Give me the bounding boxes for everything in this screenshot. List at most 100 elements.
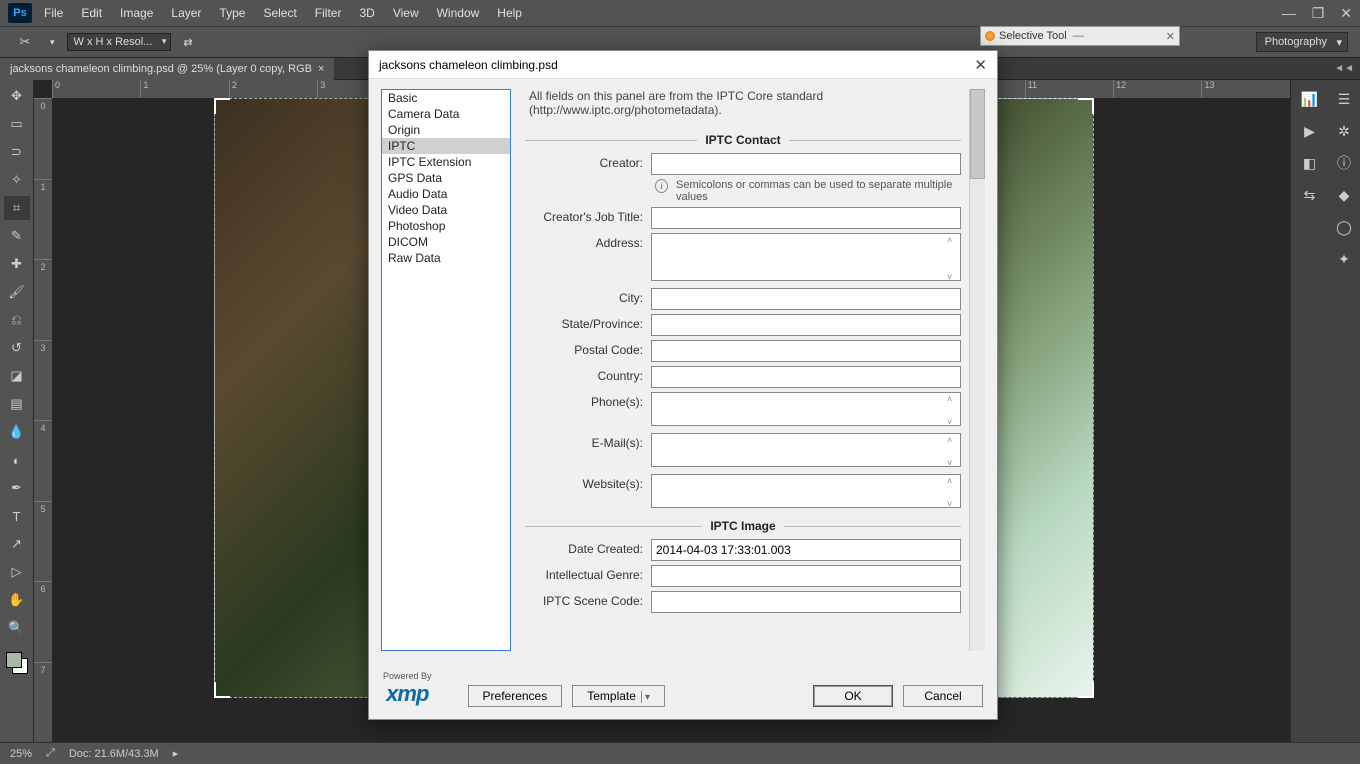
direct-select-tool-icon[interactable]: ▷	[4, 560, 30, 584]
menu-image[interactable]: Image	[120, 6, 153, 20]
stamp-tool-icon[interactable]: ⎌	[4, 308, 30, 332]
category-iptc-extension[interactable]: IPTC Extension	[382, 154, 510, 170]
category-dicom[interactable]: DICOM	[382, 234, 510, 250]
menu-layer[interactable]: Layer	[171, 6, 201, 20]
palette-minimize-icon[interactable]: —	[1073, 30, 1084, 42]
status-menu-icon[interactable]: ▸	[173, 747, 179, 760]
window-minimize-icon[interactable]: —	[1282, 5, 1296, 22]
chevron-down-icon[interactable]: ˅	[947, 458, 959, 468]
crop-handle-bl[interactable]	[214, 682, 230, 698]
magic-wand-tool-icon[interactable]: ✧	[4, 168, 30, 192]
website-input[interactable]	[651, 474, 961, 508]
crop-ratio-dropdown[interactable]: W x H x Resol...	[67, 33, 172, 51]
channels-panel-icon[interactable]: ◯	[1333, 216, 1355, 238]
crop-handle-br[interactable]	[1078, 682, 1094, 698]
gradient-tool-icon[interactable]: ▤	[4, 392, 30, 416]
dialog-close-icon[interactable]: ✕	[974, 56, 987, 74]
document-tab-close-icon[interactable]: ×	[318, 63, 324, 75]
menu-view[interactable]: View	[393, 6, 419, 20]
move-tool-icon[interactable]: ✥	[4, 84, 30, 108]
pen-tool-icon[interactable]: ✒	[4, 476, 30, 500]
document-tab[interactable]: jacksons chameleon climbing.psd @ 25% (L…	[0, 58, 334, 80]
adjustments-panel-icon[interactable]: ◧	[1299, 152, 1321, 174]
category-audio-data[interactable]: Audio Data	[382, 186, 510, 202]
chevron-up-icon[interactable]: ˄	[947, 435, 959, 445]
category-video-data[interactable]: Video Data	[382, 202, 510, 218]
chevron-up-icon[interactable]: ˄	[947, 235, 959, 245]
expand-icon[interactable]: ⤢	[46, 747, 55, 760]
category-list[interactable]: Basic Camera Data Origin IPTC IPTC Exten…	[381, 89, 511, 651]
chevron-up-icon[interactable]: ˄	[947, 476, 959, 486]
swap-dimensions-icon[interactable]: ⇄	[183, 36, 192, 49]
info-panel-icon[interactable]: ⓘ	[1333, 152, 1355, 174]
dodge-tool-icon[interactable]: ◐	[4, 448, 30, 472]
chevron-up-icon[interactable]: ˄	[947, 394, 959, 404]
chevron-down-icon[interactable]: ˅	[947, 272, 959, 282]
blur-tool-icon[interactable]: 💧	[4, 420, 30, 444]
menu-3d[interactable]: 3D	[359, 6, 374, 20]
menu-help[interactable]: Help	[497, 6, 522, 20]
datecreated-input[interactable]	[651, 539, 961, 561]
window-close-icon[interactable]: ✕	[1340, 5, 1352, 22]
chevron-down-icon[interactable]: ▾	[50, 37, 55, 48]
menu-select[interactable]: Select	[263, 6, 296, 20]
crop-handle-tl[interactable]	[214, 98, 230, 114]
category-origin[interactable]: Origin	[382, 122, 510, 138]
zoom-level[interactable]: 25%	[10, 748, 32, 760]
brush-tool-icon[interactable]: 🖌	[4, 280, 30, 304]
category-photoshop[interactable]: Photoshop	[382, 218, 510, 234]
histogram-panel-icon[interactable]: 📊	[1299, 88, 1321, 110]
eraser-tool-icon[interactable]: ◪	[4, 364, 30, 388]
eyedropper-tool-icon[interactable]: ✎	[4, 224, 30, 248]
play-panel-icon[interactable]: ▶	[1299, 120, 1321, 142]
hand-tool-icon[interactable]: ✋	[4, 588, 30, 612]
category-raw-data[interactable]: Raw Data	[382, 250, 510, 266]
menu-filter[interactable]: Filter	[315, 6, 342, 20]
swap-panel-icon[interactable]: ⇆	[1299, 184, 1321, 206]
crop-tool-icon[interactable]: ⌗	[4, 196, 30, 220]
paths-panel-icon[interactable]: ✦	[1333, 248, 1355, 270]
foreground-color-swatch[interactable]	[6, 652, 22, 668]
form-scrollbar[interactable]	[969, 89, 985, 651]
brush-panel-icon[interactable]: ✲	[1333, 120, 1355, 142]
scrollbar-thumb[interactable]	[970, 89, 985, 179]
creator-input[interactable]	[651, 153, 961, 175]
crop-handle-tr[interactable]	[1078, 98, 1094, 114]
email-input[interactable]	[651, 433, 961, 467]
color-swatches[interactable]	[6, 652, 28, 674]
palette-close-icon[interactable]: ✕	[1166, 30, 1175, 43]
window-restore-icon[interactable]: ❐	[1312, 5, 1325, 22]
ok-button[interactable]: OK	[813, 685, 893, 707]
chevron-down-icon[interactable]: ˅	[947, 499, 959, 509]
state-input[interactable]	[651, 314, 961, 336]
healing-brush-tool-icon[interactable]: ✚	[4, 252, 30, 276]
workspace-switcher[interactable]: Photography	[1256, 32, 1348, 52]
country-input[interactable]	[651, 366, 961, 388]
zoom-tool-icon[interactable]: 🔍	[4, 616, 30, 640]
menu-file[interactable]: File	[44, 6, 63, 20]
menu-window[interactable]: Window	[437, 6, 480, 20]
chevron-down-icon[interactable]: ˅	[947, 417, 959, 427]
menu-edit[interactable]: Edit	[81, 6, 102, 20]
tab-overflow-icon[interactable]: ◄◄	[1334, 63, 1360, 74]
menu-type[interactable]: Type	[219, 6, 245, 20]
preferences-button[interactable]: Preferences	[468, 685, 563, 707]
cancel-button[interactable]: Cancel	[903, 685, 983, 707]
selective-tool-palette[interactable]: Selective Tool — ✕	[980, 26, 1180, 46]
address-input[interactable]	[651, 233, 961, 281]
category-gps-data[interactable]: GPS Data	[382, 170, 510, 186]
category-camera-data[interactable]: Camera Data	[382, 106, 510, 122]
marquee-tool-icon[interactable]: ▭	[4, 112, 30, 136]
postal-input[interactable]	[651, 340, 961, 362]
scene-input[interactable]	[651, 591, 961, 613]
genre-input[interactable]	[651, 565, 961, 587]
category-basic[interactable]: Basic	[382, 90, 510, 106]
lasso-tool-icon[interactable]: ⊃	[4, 140, 30, 164]
category-iptc[interactable]: IPTC	[382, 138, 510, 154]
libraries-panel-icon[interactable]: ☰	[1333, 88, 1355, 110]
history-brush-tool-icon[interactable]: ↺	[4, 336, 30, 360]
city-input[interactable]	[651, 288, 961, 310]
jobtitle-input[interactable]	[651, 207, 961, 229]
layers-panel-icon[interactable]: ◆	[1333, 184, 1355, 206]
phone-input[interactable]	[651, 392, 961, 426]
